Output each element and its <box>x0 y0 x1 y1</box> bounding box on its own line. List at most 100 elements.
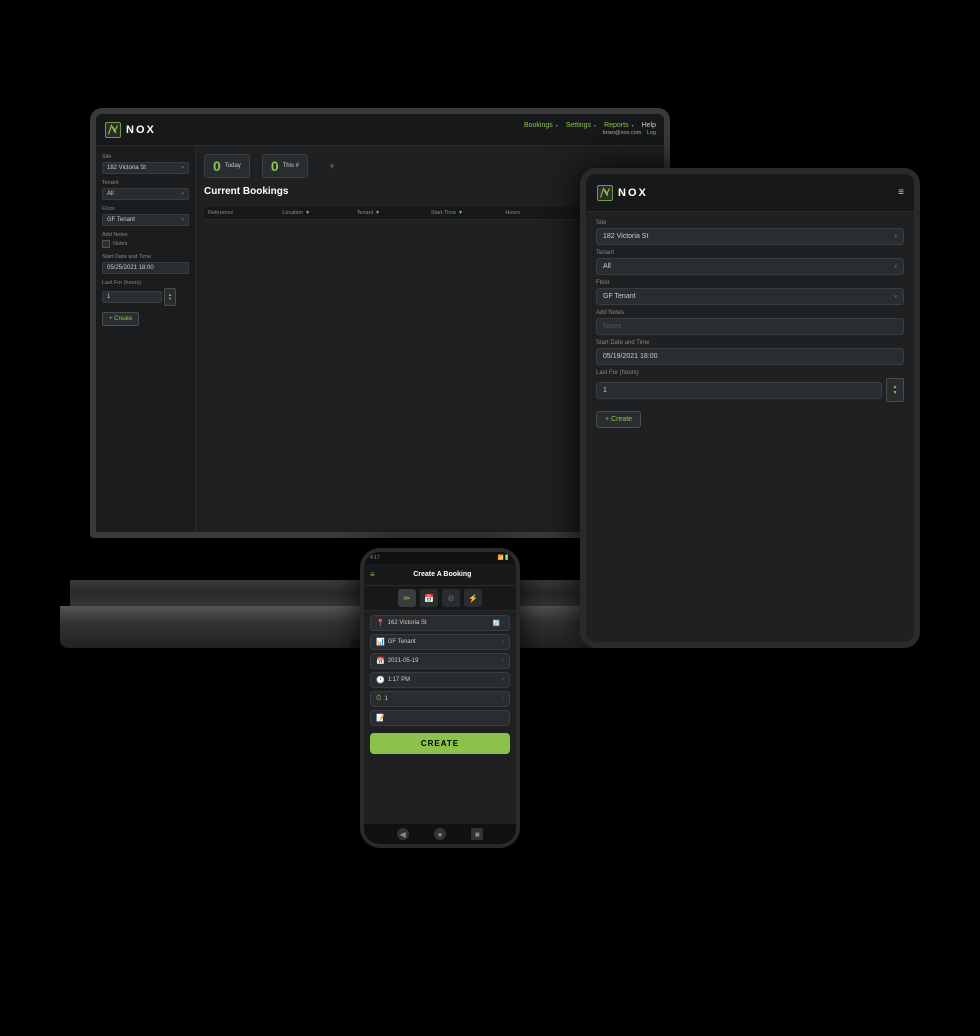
spinner-up: ▲ <box>893 385 898 390</box>
phone-duration-value: 1 <box>384 696 499 702</box>
site-chevron: ▾ <box>181 165 184 171</box>
start-date-label: Start Date and Time <box>102 254 189 260</box>
phone-header: ≡ Create A Booking <box>364 564 516 586</box>
tablet-logo: NOX <box>596 184 648 202</box>
nox-header: NOX Bookings ▾ Settings ▾ Reports ▾ Help… <box>96 114 664 146</box>
col-reference: Reference <box>208 210 280 216</box>
laptop-screen-inner: NOX Bookings ▾ Settings ▾ Reports ▾ Help… <box>96 114 664 532</box>
tablet-header: NOX ≡ <box>586 174 914 212</box>
last-for-spinner[interactable]: ▲ ▼ <box>164 288 176 306</box>
stat-this: 0 This # <box>262 154 308 178</box>
phone-tab-bolt[interactable]: ⚡ <box>464 589 482 607</box>
tenant-select[interactable]: All ▾ <box>102 188 189 200</box>
nav-help[interactable]: Help <box>642 122 656 129</box>
phone-field-notes[interactable]: 📝 <box>370 710 510 726</box>
scene: NOX Bookings ▾ Settings ▾ Reports ▾ Help… <box>40 68 940 968</box>
nox-sidebar: Site 182 Victoria St ▾ Tenant All <box>96 146 196 532</box>
nox-logo: NOX <box>104 121 156 139</box>
phone-field-floor[interactable]: 📊 GF Tenant › <box>370 634 510 650</box>
site-arrow-icon: › <box>502 620 504 627</box>
tablet-hamburger[interactable]: ≡ <box>898 187 904 198</box>
floor-icon: 📊 <box>376 638 385 646</box>
tablet-floor-label: Floor <box>596 280 904 286</box>
phone-status-icons: 📶🔋 <box>498 555 510 561</box>
site-select[interactable]: 182 Victoria St ▾ <box>102 162 189 174</box>
phone-field-duration[interactable]: ⏱ 1 › <box>370 691 510 707</box>
start-date-field-group: Start Date and Time 05/25/2021 18:00 <box>102 254 189 274</box>
date-arrow-icon: › <box>502 658 504 664</box>
tablet-notes-input[interactable]: Notes <box>596 318 904 335</box>
floor-select[interactable]: GF Tenant ▾ <box>102 214 189 226</box>
tenant-field-group: Tenant All ▾ <box>102 180 189 200</box>
nox-menu-row: Bookings ▾ Settings ▾ Reports ▾ Help <box>524 122 656 129</box>
phone-floor-value: GF Tenant <box>388 639 499 645</box>
floor-arrow-icon: › <box>502 639 504 645</box>
stat-today: 0 Today <box>204 154 250 178</box>
duration-arrow-icon: › <box>502 696 504 702</box>
tablet-screen: NOX ≡ Site 182 Victoria St ▾ Tenant All <box>586 174 914 642</box>
phone-tab-calendar[interactable]: 📅 <box>420 589 438 607</box>
col-start-time: Start Time ▼ <box>431 210 503 216</box>
tablet-site-chevron: ▾ <box>894 234 897 240</box>
phone-create-btn[interactable]: CREATE <box>370 733 510 754</box>
tablet-last-for-input[interactable]: 1 <box>596 382 882 399</box>
tablet-spinner[interactable]: ▲ ▼ <box>886 378 904 402</box>
tablet-last-for-group: Last For (hours) 1 ▲ ▼ <box>596 370 904 402</box>
phone-back-btn[interactable]: ◀ <box>397 828 409 840</box>
nox-app-laptop: NOX Bookings ▾ Settings ▾ Reports ▾ Help… <box>96 114 664 532</box>
spinner-down: ▼ <box>893 391 898 396</box>
nox-logo-text: NOX <box>126 124 156 136</box>
phone-status-bar: 4:17 📶🔋 <box>364 552 516 564</box>
tablet-floor-select[interactable]: GF Tenant ▾ <box>596 288 904 305</box>
floor-field-group: Floor GF Tenant ▾ <box>102 206 189 226</box>
phone-home-btn[interactable]: ● <box>434 828 446 840</box>
phone-screen: 4:17 📶🔋 ≡ Create A Booking ✏ 📅 ⚙ ⚡ 📍 <box>364 552 516 844</box>
last-for-input[interactable]: 1 <box>102 291 162 303</box>
nox-header-right: Bookings ▾ Settings ▾ Reports ▾ Help bri… <box>524 122 656 138</box>
phone-tabs: ✏ 📅 ⚙ ⚡ <box>364 586 516 611</box>
phone-tab-settings[interactable]: ⚙ <box>442 589 460 607</box>
tablet-start-date-label: Start Date and Time <box>596 340 904 346</box>
phone: 4:17 📶🔋 ≡ Create A Booking ✏ 📅 ⚙ ⚡ 📍 <box>360 548 520 848</box>
tablet-logo-text: NOX <box>618 187 648 199</box>
notes-field-group: Add Notes Notes <box>102 232 189 248</box>
phone-tab-edit[interactable]: ✏ <box>398 589 416 607</box>
stat-today-num: 0 <box>213 158 221 174</box>
phone-field-time[interactable]: 🕐 1:17 PM › <box>370 672 510 688</box>
tablet-tenant-group: Tenant All ▾ <box>596 250 904 275</box>
tablet-notes-group: Add Notes Notes <box>596 310 904 335</box>
tenant-label: Tenant <box>102 180 189 186</box>
nav-settings[interactable]: Settings ▾ <box>566 122 596 129</box>
tablet-tenant-select[interactable]: All ▾ <box>596 258 904 275</box>
nav-bookings[interactable]: Bookings ▾ <box>524 122 558 129</box>
phone-menu-icon[interactable]: ≡ <box>370 570 375 579</box>
tablet-start-date-input[interactable]: 05/19/2021 18:00 <box>596 348 904 365</box>
phone-field-date[interactable]: 📅 2021-05-19 › <box>370 653 510 669</box>
stat-this-num: 0 <box>271 158 279 174</box>
phone-content: 📍 162 Victoria St 🔄 › 📊 GF Tenant › 📅 20… <box>364 611 516 824</box>
nox-logo-icon <box>104 121 122 139</box>
notes-checkbox-row: Notes <box>102 240 189 248</box>
tablet-logo-icon <box>596 184 614 202</box>
tablet-tenant-chevron: ▾ <box>894 264 897 270</box>
tenant-chevron: ▾ <box>181 191 184 197</box>
tablet-site-label: Site <box>596 220 904 226</box>
notes-label: Add Notes <box>102 232 189 238</box>
nox-content: Site 182 Victoria St ▾ Tenant All <box>96 146 664 532</box>
phone-field-site[interactable]: 📍 162 Victoria St 🔄 › <box>370 615 510 631</box>
create-button[interactable]: + Create <box>102 312 139 326</box>
phone-date-value: 2021-05-19 <box>388 658 499 664</box>
tablet-site-select[interactable]: 182 Victoria St ▾ <box>596 228 904 245</box>
tablet-content: Site 182 Victoria St ▾ Tenant All ▾ Floo… <box>586 212 914 642</box>
notes-checkbox[interactable] <box>102 240 110 248</box>
start-date-input[interactable]: 05/25/2021 18:00 <box>102 262 189 274</box>
tablet: NOX ≡ Site 182 Victoria St ▾ Tenant All <box>580 168 920 648</box>
phone-bottom-bar: ◀ ● ■ <box>364 824 516 844</box>
tablet-create-btn[interactable]: + Create <box>596 411 641 428</box>
tablet-start-date-group: Start Date and Time 05/19/2021 18:00 <box>596 340 904 365</box>
nav-reports[interactable]: Reports ▾ <box>604 122 634 129</box>
phone-time-value: 1:17 PM <box>388 677 499 683</box>
site-label: Site <box>102 154 189 160</box>
phone-recent-btn[interactable]: ■ <box>471 828 483 840</box>
tablet-site-group: Site 182 Victoria St ▾ <box>596 220 904 245</box>
